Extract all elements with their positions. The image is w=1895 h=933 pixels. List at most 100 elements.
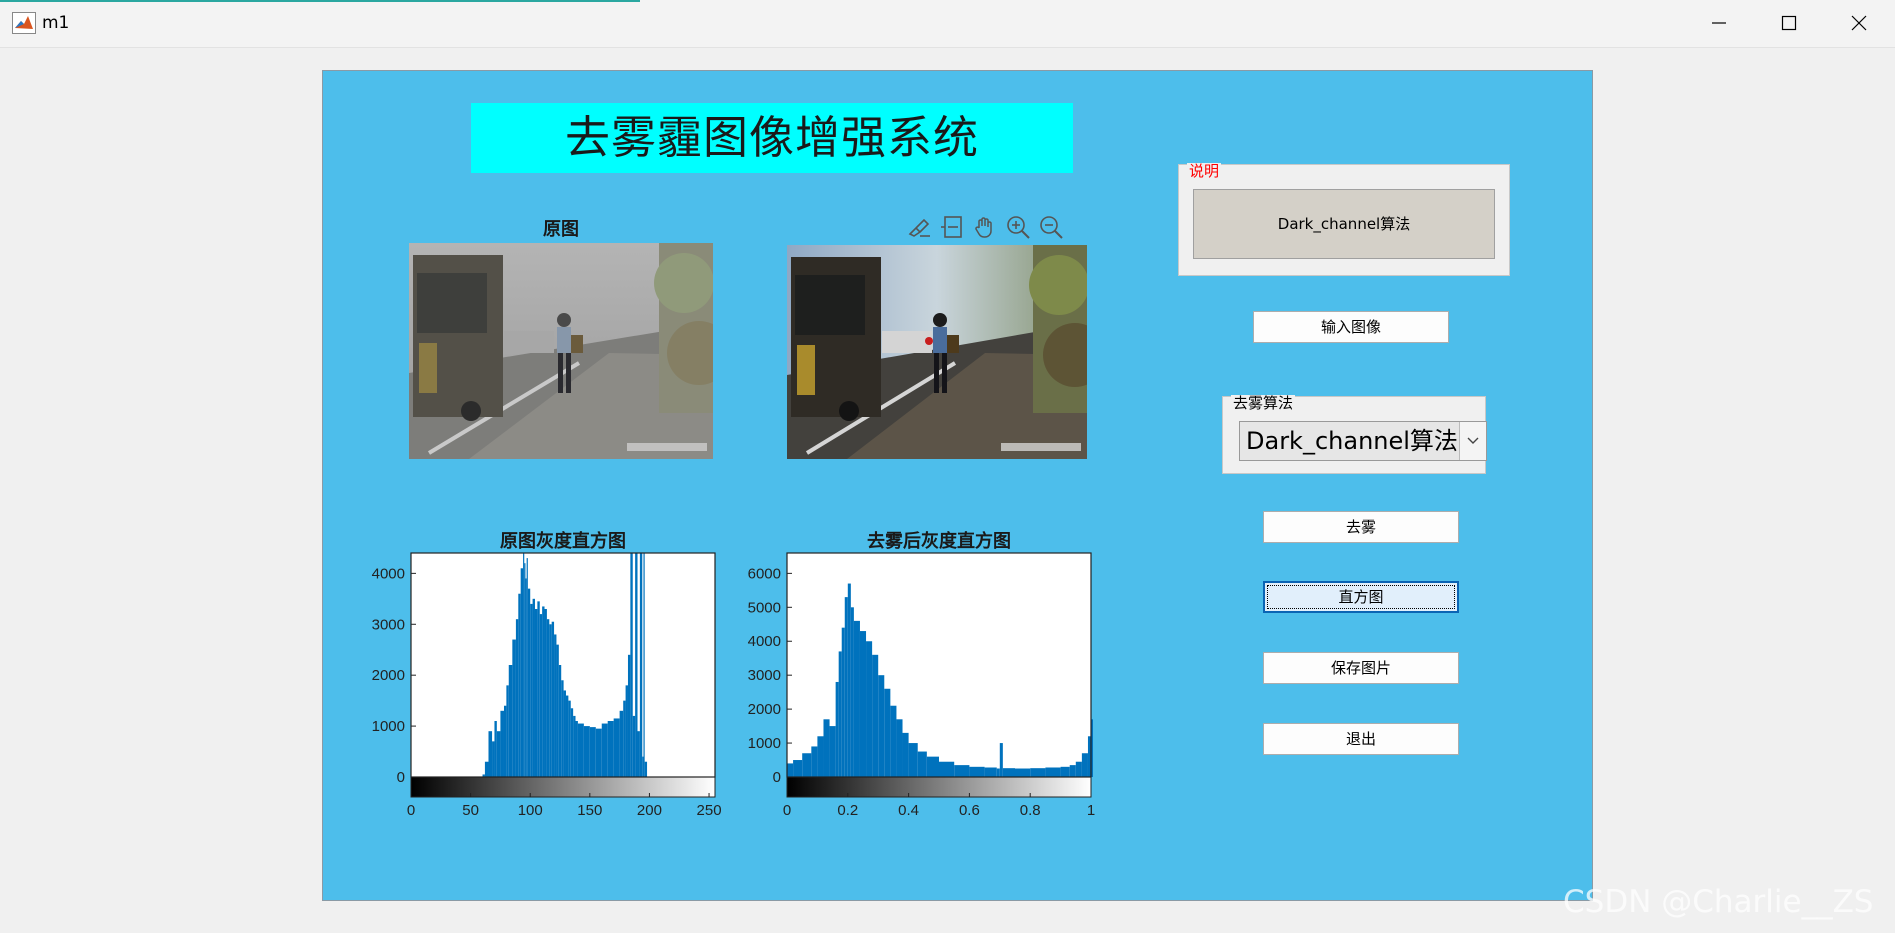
pan-icon[interactable] bbox=[972, 214, 1000, 240]
histogram-bar bbox=[619, 710, 624, 777]
minimize-button[interactable] bbox=[1685, 0, 1755, 47]
histogram-bar bbox=[787, 763, 794, 777]
histogram-bar bbox=[532, 598, 535, 777]
histogram-bar bbox=[524, 563, 526, 777]
histogram-bar bbox=[565, 695, 569, 777]
histogram-button[interactable]: 直方图 bbox=[1263, 581, 1459, 613]
histogram-bar bbox=[488, 731, 493, 777]
x-tick-label: 0.2 bbox=[837, 802, 858, 819]
histogram-bar bbox=[494, 721, 497, 777]
histogram-bar bbox=[544, 609, 547, 777]
histogram-bar bbox=[561, 680, 564, 777]
histogram-bar bbox=[523, 553, 525, 777]
histogram-bar bbox=[926, 756, 939, 777]
matlab-logo-icon bbox=[12, 12, 36, 34]
histogram-bar bbox=[1002, 768, 1015, 777]
histogram-bar bbox=[1015, 768, 1031, 777]
histogram-bar bbox=[630, 553, 633, 777]
histogram-bar bbox=[613, 718, 620, 777]
titlebar-accent bbox=[0, 0, 640, 2]
histogram-bar bbox=[583, 726, 590, 777]
description-panel: 说明 Dark_channel算法 bbox=[1178, 162, 1510, 276]
x-tick-label: 50 bbox=[462, 802, 479, 819]
close-button[interactable] bbox=[1825, 0, 1895, 47]
grayscale-colorbar bbox=[786, 776, 1092, 798]
csdn-watermark: CSDN @Charlie__ZS bbox=[1563, 884, 1874, 920]
y-tick-label: 1000 bbox=[748, 735, 781, 752]
description-legend: 说明 bbox=[1187, 162, 1222, 180]
histogram-bar bbox=[484, 761, 489, 777]
histogram-bar bbox=[573, 715, 576, 777]
histogram-bar bbox=[823, 719, 830, 777]
histogram-bar bbox=[639, 553, 643, 777]
y-tick-label: 6000 bbox=[748, 565, 781, 582]
histogram-bar bbox=[838, 651, 842, 777]
window-titlebar: m1 bbox=[0, 0, 1895, 48]
description-text: Dark_channel算法 bbox=[1193, 189, 1495, 259]
y-tick-label: 5000 bbox=[748, 599, 781, 616]
histogram-bar bbox=[551, 621, 555, 777]
zoom-out-icon[interactable] bbox=[1038, 214, 1066, 240]
datatip-icon[interactable] bbox=[939, 214, 967, 240]
histogram-bar bbox=[503, 705, 507, 777]
histogram-bar bbox=[520, 568, 524, 777]
y-tick-label: 2000 bbox=[372, 667, 405, 684]
histogram-bar bbox=[884, 688, 891, 777]
histogram-bar bbox=[1045, 767, 1061, 777]
histogram-bar bbox=[969, 766, 985, 777]
zoom-in-icon[interactable] bbox=[1005, 214, 1033, 240]
histogram-bar bbox=[872, 654, 879, 777]
dehazed-image[interactable] bbox=[787, 245, 1087, 459]
histogram-bar bbox=[643, 553, 645, 777]
histogram-bar bbox=[563, 690, 566, 777]
x-tick-label: 0 bbox=[783, 802, 791, 819]
histogram-bar bbox=[515, 619, 519, 777]
algorithm-select[interactable]: Dark_channel算法 bbox=[1239, 421, 1487, 461]
chevron-down-icon[interactable] bbox=[1459, 422, 1486, 460]
histogram-bar bbox=[518, 593, 521, 777]
y-tick-label: 0 bbox=[773, 769, 781, 786]
histogram-bar bbox=[859, 631, 867, 777]
histogram-bar bbox=[802, 753, 812, 777]
input-image-button[interactable]: 输入图像 bbox=[1253, 311, 1449, 343]
histogram-bar bbox=[817, 736, 824, 777]
histogram-bar bbox=[984, 767, 997, 777]
dehazed-histogram-chart: 0 1000 2000 3000 4000 5000 6000 0 0.2 0.4 0.6 0.8 1 bbox=[748, 552, 1095, 819]
histogram-bar bbox=[625, 685, 628, 777]
algorithm-panel: 去雾算法 Dark_channel算法 bbox=[1222, 394, 1487, 474]
y-tick-label: 0 bbox=[397, 769, 405, 786]
original-hazy-image[interactable] bbox=[409, 243, 713, 459]
histogram-bar bbox=[534, 609, 538, 777]
histogram-bar bbox=[999, 743, 1003, 777]
dehaze-button[interactable]: 去雾 bbox=[1263, 511, 1459, 543]
histogram-bar bbox=[841, 627, 845, 777]
histogram-bar bbox=[627, 654, 631, 777]
histogram-bar bbox=[811, 746, 818, 777]
algorithm-legend: 去雾算法 bbox=[1231, 394, 1296, 412]
histogram-bar bbox=[866, 641, 873, 777]
histogram-bar bbox=[530, 603, 533, 777]
y-tick-label: 3000 bbox=[372, 616, 405, 633]
x-tick-label: 0.4 bbox=[898, 802, 919, 819]
histogram-bar bbox=[539, 614, 543, 777]
brush-icon[interactable] bbox=[906, 214, 934, 240]
histogram-bar bbox=[568, 700, 571, 777]
maximize-button[interactable] bbox=[1755, 0, 1825, 47]
histogram-bar bbox=[1069, 765, 1076, 777]
histogram-bar bbox=[632, 715, 636, 777]
x-tick-label: 150 bbox=[577, 802, 602, 819]
histogram-bar bbox=[575, 721, 578, 777]
minimize-icon bbox=[1712, 22, 1726, 24]
histogram-bar bbox=[512, 639, 516, 777]
histogram-bar bbox=[844, 597, 848, 777]
x-tick-label: 250 bbox=[697, 802, 722, 819]
histogram-bar bbox=[537, 601, 540, 777]
histogram-bar bbox=[917, 751, 927, 777]
histogram-bar bbox=[589, 727, 596, 777]
x-tick-label: 0.6 bbox=[959, 802, 980, 819]
histogram-bar bbox=[878, 675, 885, 777]
original-histogram-chart: 0 1000 2000 3000 4000 0 50 100 150 200 250 bbox=[372, 552, 722, 819]
save-image-button[interactable]: 保存图片 bbox=[1263, 652, 1459, 684]
histogram-bar bbox=[546, 619, 550, 777]
exit-button[interactable]: 退出 bbox=[1263, 723, 1459, 755]
